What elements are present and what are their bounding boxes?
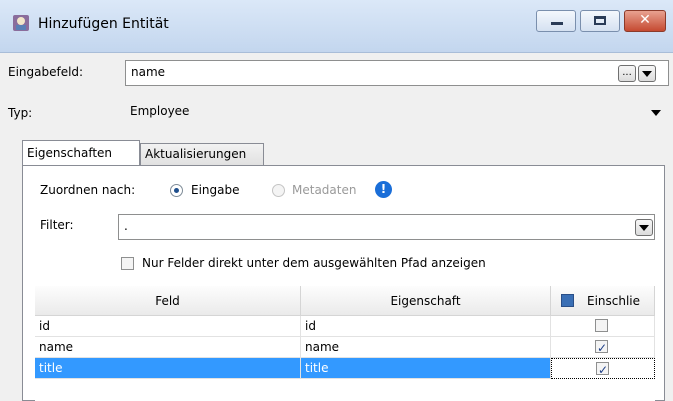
tab-label: Eigenschaften <box>27 146 113 160</box>
include-checkbox[interactable]: ✓ <box>596 362 609 377</box>
table-row-selected[interactable]: title title ✓ <box>35 358 655 379</box>
entity-app-icon <box>13 15 29 31</box>
type-row: Typ: Employee <box>0 98 673 124</box>
chevron-down-icon <box>642 71 652 77</box>
tab-eigenschaften[interactable]: Eigenschaften <box>22 140 140 165</box>
browse-button[interactable]: ... <box>618 65 636 82</box>
check-icon: ✓ <box>597 341 608 355</box>
column-header-einschliessen[interactable]: Einschlie <box>551 286 655 316</box>
add-entity-dialog: Hinzufügen Entität ✕ Eingabefeld: name .… <box>0 0 673 401</box>
tab-aktualisierungen[interactable]: Aktualisierungen <box>140 143 264 165</box>
only-direct-fields-checkbox[interactable] <box>121 257 134 270</box>
radio-eingabe[interactable] <box>170 184 183 197</box>
info-glyph: ! <box>380 182 387 196</box>
table-row[interactable]: id id <box>35 316 655 337</box>
cell-feld: title <box>35 358 301 379</box>
check-icon: ✓ <box>598 363 609 377</box>
cell-eigenschaft: id <box>301 316 551 337</box>
column-header-label: Feld <box>155 294 180 308</box>
chevron-down-icon <box>639 225 649 231</box>
select-all-checkbox[interactable] <box>561 294 574 307</box>
cell-eigenschaft: name <box>301 337 551 358</box>
cell-feld: name <box>35 337 301 358</box>
radio-eingabe-label: Eingabe <box>191 183 240 197</box>
chevron-down-icon <box>651 110 661 116</box>
minimize-button[interactable] <box>536 10 576 32</box>
filter-value: . <box>124 219 128 233</box>
browse-label: ... <box>622 67 632 78</box>
radio-selected-dot <box>174 188 179 193</box>
info-icon[interactable]: ! <box>375 181 392 198</box>
radio-metadaten[interactable] <box>272 184 285 197</box>
close-icon: ✕ <box>639 12 651 28</box>
only-direct-fields-label: Nur Felder direkt unter dem ausgewählten… <box>142 256 486 270</box>
cell-feld: id <box>35 316 301 337</box>
maximize-button[interactable] <box>580 10 620 32</box>
tab-label: Aktualisierungen <box>145 147 247 161</box>
minimize-icon <box>551 22 563 25</box>
type-select[interactable]: Employee <box>125 98 669 124</box>
column-header-feld[interactable]: Feld <box>35 286 301 316</box>
include-checkbox[interactable] <box>595 319 608 332</box>
mapping-label: Zuordnen nach: <box>40 183 136 197</box>
type-label: Typ: <box>8 106 33 120</box>
filter-combobox[interactable]: . <box>118 214 655 240</box>
filter-label: Filter: <box>40 218 74 232</box>
close-button[interactable]: ✕ <box>624 10 666 32</box>
cell-eigenschaft: title <box>301 358 551 379</box>
window-title: Hinzufügen Entität <box>38 16 169 32</box>
type-value: Employee <box>130 104 190 118</box>
column-header-label: Eigenschaft <box>390 294 461 308</box>
column-header-label: Einschlie <box>587 294 641 308</box>
table-row[interactable]: name name ✓ <box>35 337 655 358</box>
cell-include: ✓ <box>551 337 655 358</box>
input-field-value: name <box>131 65 166 79</box>
maximize-icon <box>594 16 606 25</box>
input-field-label: Eingabefeld: <box>8 65 84 79</box>
input-dropdown-button[interactable] <box>638 65 656 82</box>
filter-dropdown-button[interactable] <box>635 219 653 236</box>
title-bar[interactable]: Hinzufügen Entität ✕ <box>0 0 673 53</box>
cell-include <box>551 316 655 337</box>
cell-include: ✓ <box>551 358 655 379</box>
input-field-row: Eingabefeld: name ... <box>0 60 673 86</box>
radio-metadaten-label: Metadaten <box>292 183 357 197</box>
fields-grid: Feld Eigenschaft Einschlie id id name na… <box>35 286 655 401</box>
include-checkbox[interactable]: ✓ <box>595 340 608 355</box>
input-field-box[interactable]: name ... <box>125 60 669 86</box>
column-header-eigenschaft[interactable]: Eigenschaft <box>301 286 551 316</box>
